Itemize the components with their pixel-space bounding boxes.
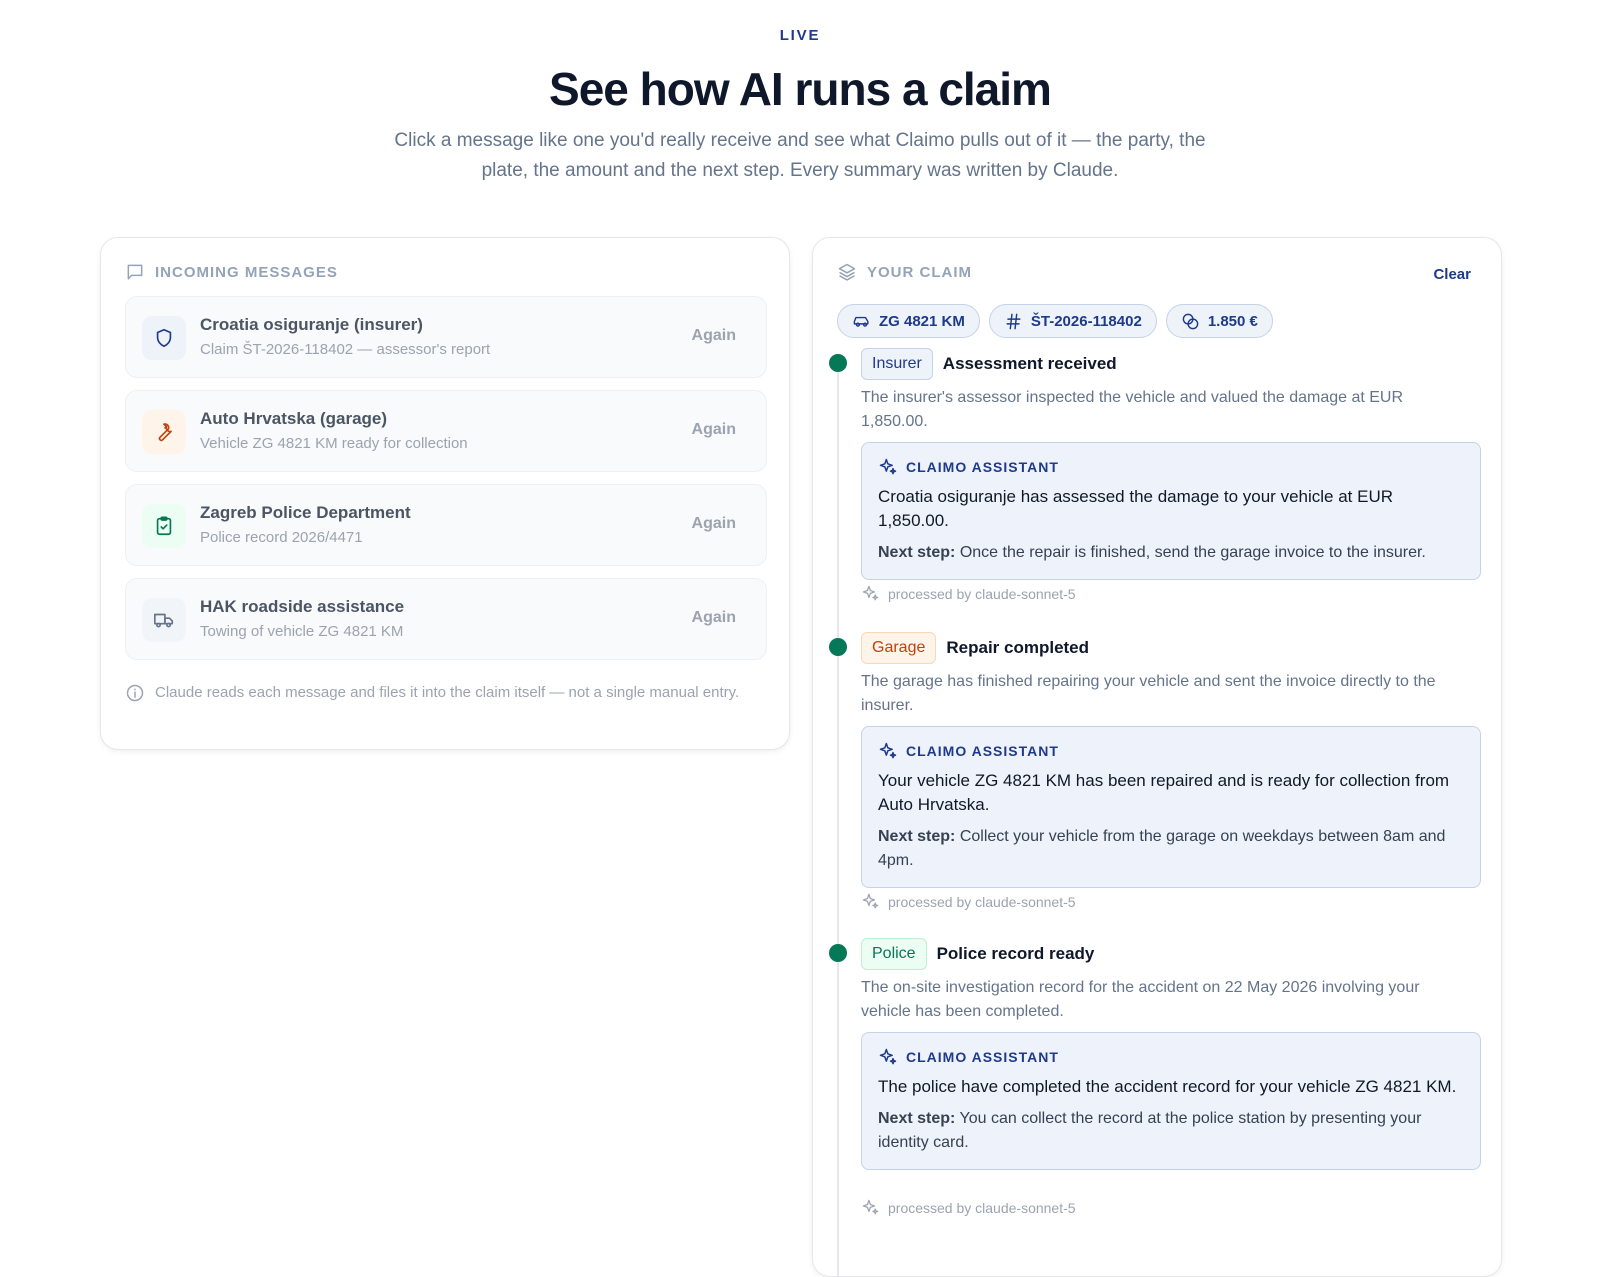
info-icon xyxy=(126,684,144,702)
next-step-text: Once the repair is finished, send the ga… xyxy=(959,544,1426,561)
clipboard-check-icon xyxy=(156,516,172,536)
live-eyebrow: LIVE xyxy=(779,27,821,44)
event-tag: Police xyxy=(861,938,927,970)
sparkle-icon xyxy=(862,585,879,601)
processed-by-text: processed by claude-sonnet-5 xyxy=(888,893,1076,910)
coins-icon xyxy=(1182,313,1199,329)
assistant-label: CLAIMO ASSISTANT xyxy=(906,1049,1059,1065)
sparkle-icon xyxy=(879,742,897,759)
page-subtitle: Click a message like one you'd really re… xyxy=(394,130,1206,181)
next-step-label: Next step: xyxy=(878,828,956,845)
again-button[interactable]: Again xyxy=(692,515,736,533)
assistant-summary: The police have completed the accident r… xyxy=(878,1077,1457,1096)
processed-by-text: processed by claude-sonnet-5 xyxy=(888,1199,1076,1216)
sparkle-icon xyxy=(879,458,897,475)
next-step-label: Next step: xyxy=(878,1110,956,1127)
assistant-summary: Your vehicle ZG 4821 KM has been repaire… xyxy=(878,771,1450,814)
message-subject: Towing of vehicle ZG 4821 KM xyxy=(200,623,404,640)
claim-number-chip-label: ŠT-2026-118402 xyxy=(1030,312,1142,330)
timeline-dot xyxy=(829,638,847,656)
garage-icon-badge xyxy=(142,410,186,454)
incoming-messages-heading: INCOMING MESSAGES xyxy=(155,263,338,281)
message-subject: Vehicle ZG 4821 KM ready for collection xyxy=(200,435,468,452)
your-claim-header: YOUR CLAIM xyxy=(837,262,972,282)
car-icon xyxy=(853,316,869,327)
sparkle-icon xyxy=(879,1048,897,1065)
event-tag: Garage xyxy=(861,632,937,664)
assistant-summary-card: CLAIMO ASSISTANT The police have complet… xyxy=(861,1032,1481,1170)
your-claim-panel: YOUR CLAIM Clear ZG 4821 KM ŠT-2026-1184… xyxy=(812,237,1502,1277)
next-step: Next step: You can collect the record at… xyxy=(878,1107,1464,1155)
claim-number-chip: ŠT-2026-118402 xyxy=(988,304,1157,338)
insurer-icon-badge xyxy=(142,316,186,360)
wrench-icon xyxy=(158,423,172,442)
processed-by: processed by claude-sonnet-5 xyxy=(861,892,1076,911)
shield-icon xyxy=(156,328,172,348)
assistant-summary-card: CLAIMO ASSISTANT Croatia osiguranje has … xyxy=(861,442,1481,580)
roadside-icon-badge xyxy=(142,598,186,642)
next-step-text: Collect your vehicle from the garage on … xyxy=(878,828,1446,869)
message-sender: Auto Hrvatska (garage) xyxy=(200,409,388,428)
event-title: Repair completed xyxy=(946,638,1090,657)
info-note: Claude reads each message and files it i… xyxy=(125,682,745,704)
next-step-text: You can collect the record at the police… xyxy=(878,1110,1422,1151)
timeline-dot xyxy=(829,944,847,962)
event-title: Assessment received xyxy=(942,354,1117,373)
again-button[interactable]: Again xyxy=(692,609,736,627)
amount-chip: 1.850 € xyxy=(1165,304,1273,338)
event-description: The garage has finished repairing your v… xyxy=(861,673,1436,714)
again-button[interactable]: Again xyxy=(692,421,736,439)
next-step: Next step: Once the repair is finished, … xyxy=(878,541,1464,565)
processed-by: processed by claude-sonnet-5 xyxy=(861,584,1076,603)
sparkle-icon xyxy=(862,893,879,909)
message-sender: HAK roadside assistance xyxy=(200,597,405,616)
hash-icon xyxy=(1006,313,1021,329)
claim-chips: ZG 4821 KM ŠT-2026-118402 1.850 € xyxy=(837,304,1273,338)
message-sender: Croatia osiguranje (insurer) xyxy=(200,315,423,334)
processed-by: processed by claude-sonnet-5 xyxy=(861,1198,1076,1217)
timeline-rail xyxy=(837,366,839,1276)
message-card-garage[interactable]: Auto Hrvatska (garage) Vehicle ZG 4821 K… xyxy=(125,390,767,472)
message-card-police[interactable]: Zagreb Police Department Police record 2… xyxy=(125,484,767,566)
next-step: Next step: Collect your vehicle from the… xyxy=(878,825,1464,873)
message-subject: Police record 2026/4471 xyxy=(200,529,363,546)
event-tag: Insurer xyxy=(861,348,933,380)
your-claim-heading: YOUR CLAIM xyxy=(867,263,972,281)
processed-by-text: processed by claude-sonnet-5 xyxy=(888,585,1076,602)
message-card-roadside[interactable]: HAK roadside assistance Towing of vehicl… xyxy=(125,578,767,660)
message-sender: Zagreb Police Department xyxy=(200,503,411,522)
assistant-summary: Croatia osiguranje has assessed the dama… xyxy=(878,487,1394,530)
info-note-text: Claude reads each message and files it i… xyxy=(155,684,740,701)
timeline-dot xyxy=(829,354,847,372)
message-card-insurer[interactable]: Croatia osiguranje (insurer) Claim ŠT-20… xyxy=(125,296,767,378)
assistant-summary-card: CLAIMO ASSISTANT Your vehicle ZG 4821 KM… xyxy=(861,726,1481,888)
amount-chip-label: 1.850 € xyxy=(1207,312,1258,330)
plate-chip-label: ZG 4821 KM xyxy=(879,312,965,330)
sparkle-icon xyxy=(862,1199,879,1215)
police-icon-badge xyxy=(142,504,186,548)
again-button[interactable]: Again xyxy=(692,327,736,345)
clear-button[interactable]: Clear xyxy=(1433,266,1471,283)
assistant-label: CLAIMO ASSISTANT xyxy=(906,743,1059,759)
next-step-label: Next step: xyxy=(878,544,956,561)
incoming-messages-panel: INCOMING MESSAGES Croatia osiguranje (in… xyxy=(100,237,790,750)
truck-icon xyxy=(154,613,174,628)
layers-icon xyxy=(838,263,856,281)
event-title: Police record ready xyxy=(936,944,1095,963)
event-description: The on-site investigation record for the… xyxy=(861,979,1420,1020)
message-subject: Claim ŠT-2026-118402 — assessor's report xyxy=(200,341,491,358)
message-icon xyxy=(127,264,143,280)
incoming-messages-header: INCOMING MESSAGES xyxy=(125,262,338,282)
assistant-label: CLAIMO ASSISTANT xyxy=(906,459,1059,475)
event-description: The insurer's assessor inspected the veh… xyxy=(861,389,1404,430)
plate-chip: ZG 4821 KM xyxy=(837,304,980,338)
page-title: See how AI runs a claim xyxy=(549,63,1052,115)
